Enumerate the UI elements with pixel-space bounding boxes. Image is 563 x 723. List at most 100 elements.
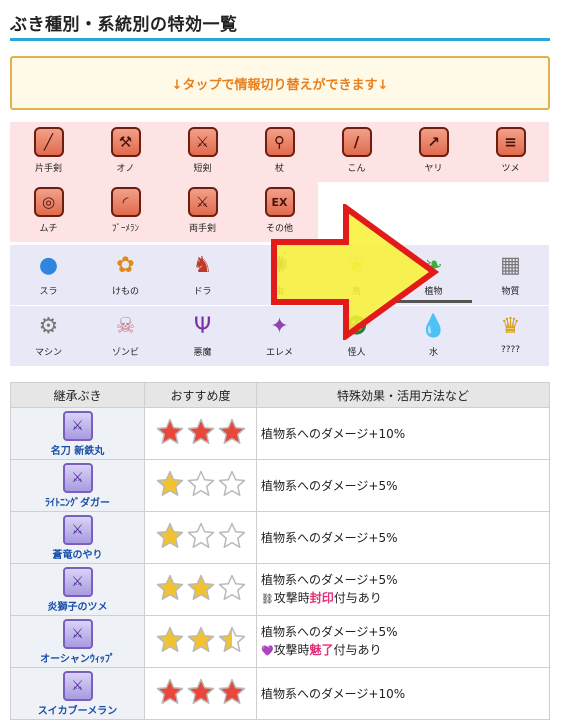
effect-text: 植物系へのダメージ+5%	[261, 624, 398, 639]
weapon-name[interactable]: オーシャンｳｨｯﾌﾟ	[12, 650, 143, 665]
rating-cell	[144, 407, 257, 460]
monster-tab-0[interactable]: ● スラ	[10, 245, 87, 305]
effect-text: 植物系へのダメージ+10%	[261, 426, 406, 441]
tab-label: けもの	[111, 287, 139, 297]
effect-text: 植物系へのダメージ+10%	[261, 686, 406, 701]
star-icon	[218, 418, 245, 444]
weapon-name[interactable]: スイカブーメラン	[12, 702, 143, 717]
claw-icon: ≡	[495, 127, 526, 157]
weapon-tab-7[interactable]: ◎ ムチ	[10, 182, 87, 242]
monster-tab-7[interactable]: ⚙ マシン	[10, 306, 87, 366]
tab-label: ムチ	[39, 224, 58, 234]
star-icon	[156, 470, 183, 496]
effect-text: 植物系へのダメージ+5%	[261, 572, 398, 587]
rating-cell	[144, 459, 257, 512]
effect-subtext: ⛓攻撃時封印付与あり	[261, 589, 548, 609]
weapon-tab-8[interactable]: ◜ ﾌﾞｰﾒﾗﾝ	[87, 182, 164, 242]
effect-status-highlight: 魅了	[309, 642, 334, 657]
title-underline	[10, 38, 550, 41]
tab-label: ヤリ	[424, 164, 443, 174]
page-title: ぶき種別・系統別の特効一覧	[10, 15, 238, 35]
slime-icon: ●	[38, 252, 59, 278]
weapon-icon: ⚔	[62, 462, 93, 493]
weapon-name[interactable]: 名刀 新鉄丸	[12, 442, 143, 457]
weapon-cell[interactable]: ⚔ スイカブーメラン	[10, 667, 145, 720]
weapon-tab-9[interactable]: ⚔ 両手剣	[164, 182, 241, 242]
rating-stars	[155, 521, 247, 551]
monster-tab-13[interactable]: ♛????	[472, 306, 549, 366]
tab-label: 怪人	[347, 348, 366, 358]
effect-cell: 植物系へのダメージ+10%	[256, 407, 550, 460]
effects-table: 継承ぶき おすすめ度 特殊効果・活用方法など ⚔ 名刀 新鉄丸 植物系へのダメージ+…	[10, 382, 550, 720]
weapon-name[interactable]: 炎獅子のツメ	[12, 598, 143, 613]
star-icon	[156, 574, 183, 600]
star-icon	[156, 678, 183, 704]
gear-icon: ⚙	[38, 313, 59, 339]
weapon-tab-1[interactable]: ⚒ オノ	[87, 122, 164, 182]
star-icon	[218, 626, 245, 652]
col-header-weapon: 継承ぶき	[10, 382, 145, 408]
rating-cell	[144, 615, 257, 668]
star-icon	[187, 470, 214, 496]
star-icon	[218, 522, 245, 548]
weapon-cell[interactable]: ⚔ 炎獅子のツメ	[10, 563, 145, 616]
weapon-icon: ⚔	[62, 618, 93, 649]
weapon-tab-5[interactable]: ↗ ヤリ	[395, 122, 472, 182]
effect-text: 植物系へのダメージ+5%	[261, 478, 398, 493]
rating-stars	[155, 573, 247, 603]
weapon-tab-0[interactable]: ╱ 片手剣	[10, 122, 87, 182]
weapon-tab-6[interactable]: ≡ ツメ	[472, 122, 549, 182]
seal-icon: ⛓	[261, 593, 274, 605]
effect-cell: 植物系へのダメージ+5% ⛓攻撃時封印付与あり	[256, 563, 550, 616]
devil-icon: Ψ	[193, 313, 212, 339]
weapon-icon: ⚔	[62, 514, 93, 545]
effect-cell: 植物系へのダメージ+5%	[256, 459, 550, 512]
tab-label: ツメ	[501, 164, 520, 174]
rating-stars	[155, 625, 247, 655]
tab-label: 片手剣	[34, 164, 62, 174]
weapon-tab-3[interactable]: ⚲ 杖	[241, 122, 318, 182]
charm-icon: 💜	[261, 645, 274, 657]
effect-cell: 植物系へのダメージ+10%	[256, 667, 550, 720]
table-row: ⚔ 蒼竜のやり 植物系へのダメージ+5%	[10, 511, 550, 564]
weapon-cell[interactable]: ⚔ ﾗｲﾄﾆﾝｸﾞダガー	[10, 459, 145, 512]
effect-status-highlight: 封印	[309, 590, 334, 605]
table-row: ⚔ ﾗｲﾄﾆﾝｸﾞダガー 植物系へのダメージ+5%	[10, 459, 550, 512]
weapon-cell[interactable]: ⚔ オーシャンｳｨｯﾌﾟ	[10, 615, 145, 668]
weapon-cell[interactable]: ⚔ 名刀 新鉄丸	[10, 407, 145, 460]
club-icon: ∕	[341, 127, 372, 157]
tab-label: ドラ	[193, 287, 212, 297]
tab-label: 杖	[274, 164, 284, 174]
weapon-icon: ⚔	[62, 410, 93, 441]
table-row: ⚔ オーシャンｳｨｯﾌﾟ 植物系へのダメージ+5% 💜攻撃時魅了付与あり	[10, 615, 550, 668]
tab-label: 水	[428, 348, 438, 358]
monster-tab-9[interactable]: Ψ 悪魔	[164, 306, 241, 366]
star-icon	[156, 418, 183, 444]
weapon-name[interactable]: ﾗｲﾄﾆﾝｸﾞダガー	[12, 494, 143, 509]
crown-icon: ♛	[500, 313, 521, 339]
rating-stars	[155, 469, 247, 499]
effect-subtext-pre: 攻撃時	[273, 590, 310, 605]
table-row: ⚔ スイカブーメラン 植物系へのダメージ+10%	[10, 667, 550, 720]
sword-icon: ╱	[33, 127, 64, 157]
monster-tab-8[interactable]: ☠ ゾンビ	[87, 306, 164, 366]
table-row: ⚔ 名刀 新鉄丸 植物系へのダメージ+10%	[10, 407, 550, 460]
staff-icon: ⚲	[264, 127, 295, 157]
rating-cell	[144, 667, 257, 720]
star-icon	[156, 626, 183, 652]
weapon-tab-4[interactable]: ∕ こん	[318, 122, 395, 182]
greatsword-icon: ⚔	[187, 187, 218, 217]
rating-stars	[155, 417, 247, 447]
monster-tab-6[interactable]: ▦ 物質	[472, 245, 549, 305]
monster-tab-2[interactable]: ♞ ドラ	[164, 245, 241, 305]
tab-label: 悪魔	[193, 348, 212, 358]
weapon-tab-2[interactable]: ⚔ 短剣	[164, 122, 241, 182]
weapon-icon: ⚔	[62, 566, 93, 597]
rating-stars	[155, 677, 247, 707]
tab-label: エレメ	[265, 348, 293, 358]
monster-tab-1[interactable]: ✿ けもの	[87, 245, 164, 305]
weapon-cell[interactable]: ⚔ 蒼竜のやり	[10, 511, 145, 564]
weapon-name[interactable]: 蒼竜のやり	[12, 546, 143, 561]
star-icon	[218, 574, 245, 600]
arrow-icon	[271, 204, 440, 340]
